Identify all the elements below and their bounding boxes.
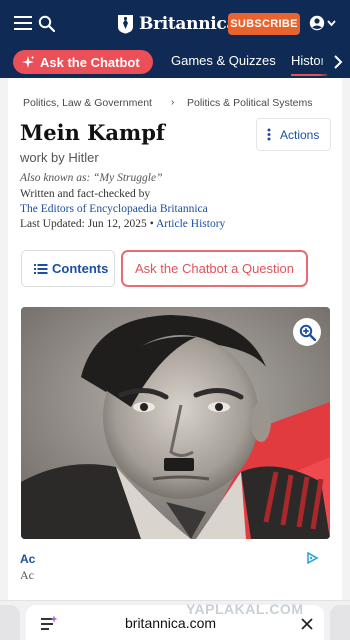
editors-link[interactable]: The Editors of Encyclopaedia Britannica [20,203,208,215]
written-by-label: Written and fact-checked by [20,188,151,200]
page-title: Mein Kampf [20,120,165,145]
actions-button[interactable]: Actions [256,118,331,151]
contents-button[interactable]: Contents [21,250,115,287]
thistle-logo-icon [118,15,133,34]
article-hero-image[interactable] [21,307,330,539]
ad-text: Ac [20,568,34,582]
ask-chatbot-button[interactable]: Ask the Chatbot [13,50,153,74]
subscribe-button[interactable]: SUBSCRIBE [228,13,300,35]
hamburger-menu-icon[interactable] [14,15,34,31]
nav-fade-overlay [318,46,334,78]
breadcrumb-item-politics-law[interactable]: Politics, Law & Government [23,97,152,109]
kebab-menu-icon [267,128,271,141]
britannica-logo[interactable]: Britannica [117,12,238,36]
account-icon[interactable] [309,15,337,31]
also-known-as: Also known as: “My Struggle” [20,172,163,184]
breadcrumb-separator: › [171,97,175,108]
previous-tab-edge[interactable] [0,605,20,640]
sparkle-icon [22,55,35,68]
next-tab-edge[interactable] [330,605,350,640]
search-icon[interactable] [38,15,55,32]
actions-label: Actions [280,127,320,142]
list-icon [34,263,48,274]
bullet-separator: • [146,218,156,230]
ask-chatbot-question-button[interactable]: Ask the Chatbot a Question [121,250,308,287]
chevron-right-icon[interactable] [333,55,343,69]
adchoices-icon[interactable] [306,552,320,564]
breadcrumb-item-political-systems[interactable]: Politics & Political Systems [187,97,312,109]
nav-games-quizzes[interactable]: Games & Quizzes [171,53,276,68]
last-updated-line: Last Updated: Jun 12, 2025 • Article His… [20,218,225,230]
brand-name: Britannica [139,14,238,34]
last-updated-date: Last Updated: Jun 12, 2025 [20,218,147,230]
url-text: britannica.com [125,615,217,631]
page-summary-icon[interactable] [40,615,58,633]
ad-title[interactable]: Ac [20,552,35,566]
page-subtitle: work by Hitler [20,150,99,165]
site-header: Britannica SUBSCRIBE [0,0,350,46]
watermark-text: YAPLAKAL.COM [186,601,304,617]
zoom-in-icon [299,324,316,341]
secondary-nav: Ask the Chatbot Games & Quizzes History [0,46,350,78]
article-history-link[interactable]: Article History [156,218,225,230]
close-icon[interactable] [301,618,313,630]
contents-label: Contents [52,261,109,276]
zoom-image-button[interactable] [293,318,321,346]
ask-chatbot-label: Ask the Chatbot [40,54,140,70]
article-panel: Politics, Law & Government › Politics & … [0,78,350,600]
